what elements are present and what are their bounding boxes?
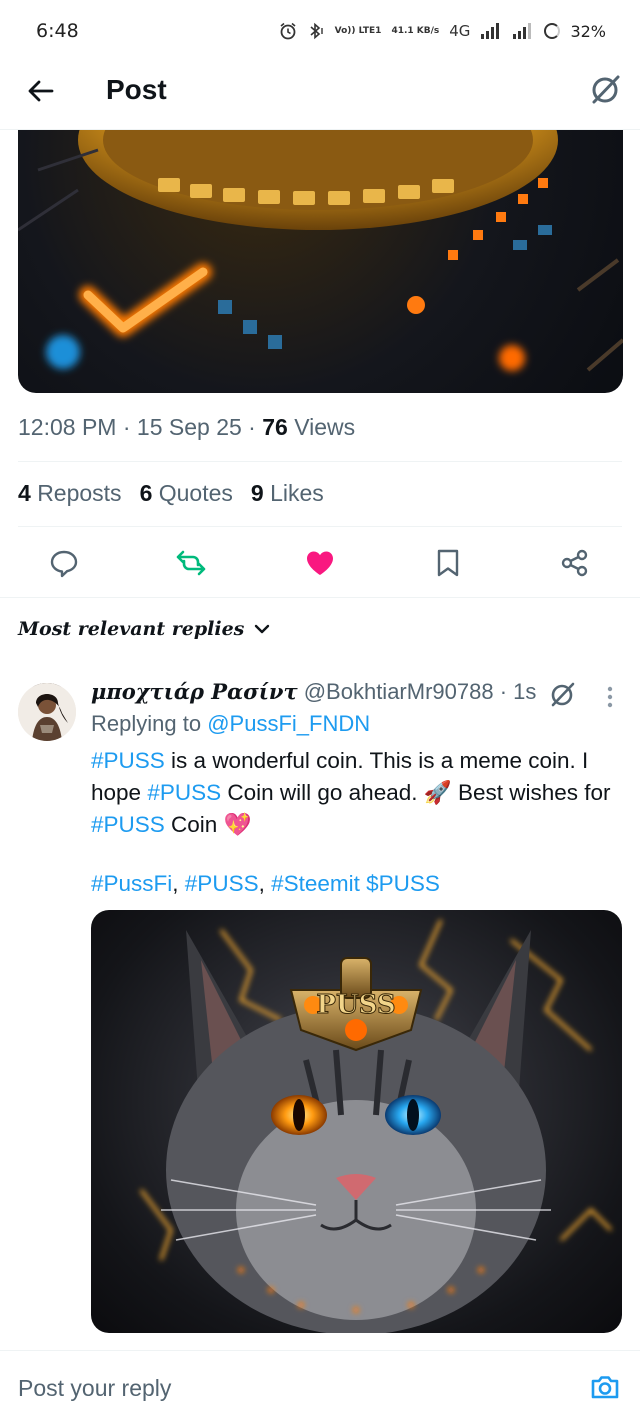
divider	[0, 597, 640, 598]
reply-icon[interactable]	[49, 548, 79, 578]
grok-icon[interactable]	[548, 680, 576, 708]
reply-header: μποχτιάρ Ρασίντ @BokhtiarMr90788 · 1s	[91, 679, 537, 704]
replying-to: Replying to @PussFi_FNDN	[91, 711, 371, 736]
reply-hashtags: #PussFi, #PUSS, #Steemit $PUSS	[91, 871, 440, 896]
coin-circuit-illustration	[18, 130, 623, 372]
more-options-icon[interactable]	[600, 684, 620, 710]
grok-icon[interactable]	[588, 72, 622, 106]
hashtag-link[interactable]: #PUSS	[91, 812, 165, 837]
reply-age: 1s	[513, 679, 537, 704]
avatar-illustration	[18, 683, 76, 741]
post-stats: 4 Reposts 6 Quotes 9 Likes	[18, 480, 324, 507]
reply-text: #PUSS is a wonderful coin. This is a mem…	[91, 748, 611, 837]
hashtag-link[interactable]: #PUSS	[147, 780, 221, 805]
bluetooth-icon	[310, 22, 323, 40]
likes-stat[interactable]: 9 Likes	[251, 480, 324, 507]
post-time: 12:08 PM	[18, 414, 117, 440]
like-icon[interactable]	[305, 548, 335, 578]
crown-label: PUSS	[316, 990, 395, 1020]
post-media-image[interactable]	[18, 130, 623, 393]
bookmark-icon[interactable]	[433, 548, 463, 578]
reply-author-name[interactable]: μποχτιάρ Ρασίντ	[91, 679, 298, 704]
volte-indicator: Vo)) LTE1	[334, 25, 382, 36]
reply-author-handle[interactable]: @BokhtiarMr90788	[304, 679, 494, 704]
post-date: 15 Sep 25	[136, 414, 242, 440]
avatar[interactable]	[18, 683, 76, 741]
hashtag-link[interactable]: #Steemit $PUSS	[271, 871, 440, 896]
quotes-stat[interactable]: 6 Quotes	[140, 480, 233, 507]
network-speed: 41.1 KB/s	[391, 25, 440, 36]
hashtag-link[interactable]: #PUSS	[91, 748, 165, 773]
camera-icon[interactable]	[590, 1372, 620, 1402]
cat-illustration: PUSS	[139, 919, 613, 1333]
battery-level: 32%	[570, 21, 606, 41]
battery-icon	[544, 23, 561, 39]
hashtag-link[interactable]: #PussFi	[91, 871, 172, 896]
reply-media-image[interactable]: PUSS	[91, 910, 622, 1333]
chevron-down-icon	[255, 624, 270, 634]
repost-icon[interactable]	[176, 548, 206, 578]
share-icon[interactable]	[560, 548, 590, 578]
post-meta: 12:08 PM · 15 Sep 25 · 76 Views	[18, 414, 356, 440]
back-arrow-icon[interactable]	[26, 76, 56, 106]
alarm-icon	[280, 22, 296, 40]
signal-icon-2	[513, 23, 532, 39]
signal-icon	[481, 23, 500, 39]
sort-label: Most relevant replies	[18, 618, 245, 640]
replies-sort-dropdown[interactable]: Most relevant replies	[18, 618, 270, 640]
reply-input[interactable]: Post your reply	[18, 1375, 171, 1402]
hashtag-link[interactable]: #PUSS	[185, 871, 259, 896]
status-icons: Vo)) LTE1 41.1 KB/s 4G 32%	[279, 22, 606, 41]
reply-composer: Post your reply	[0, 1350, 640, 1422]
views-count: 76	[262, 414, 288, 440]
divider	[18, 526, 622, 527]
status-time: 6:48	[36, 20, 79, 42]
views-label: Views	[294, 414, 356, 440]
page-title: Post	[106, 74, 167, 105]
replying-to-link[interactable]: @PussFi_FNDN	[207, 711, 370, 736]
top-app-bar: Post	[0, 62, 640, 130]
post-action-bar	[0, 540, 640, 586]
network-type: 4G	[449, 22, 471, 40]
divider	[18, 461, 622, 462]
reposts-stat[interactable]: 4 Reposts	[18, 480, 122, 507]
status-bar: 6:48 Vo)) LTE1 41.1 KB/s 4G 32%	[0, 0, 640, 62]
